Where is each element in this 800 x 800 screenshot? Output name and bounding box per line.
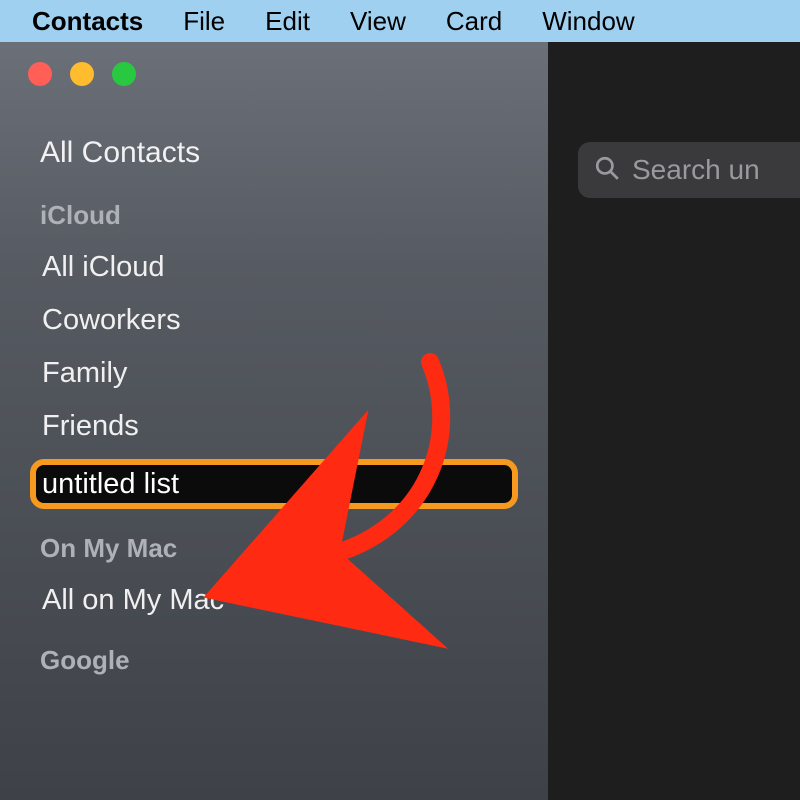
menu-window[interactable]: Window <box>542 6 634 37</box>
sidebar-item-all-on-my-mac[interactable]: All on My Mac <box>0 574 548 627</box>
menu-file[interactable]: File <box>183 6 225 37</box>
system-menubar: Contacts File Edit View Card Window <box>0 0 800 42</box>
contacts-window: All Contacts iCloud All iCloud Coworkers… <box>0 42 800 800</box>
close-window-button[interactable] <box>28 62 52 86</box>
sidebar-item-all-contacts[interactable]: All Contacts <box>0 124 548 182</box>
menu-card[interactable]: Card <box>446 6 502 37</box>
contacts-list-pane: Search un <box>548 42 800 800</box>
sidebar-item-coworkers[interactable]: Coworkers <box>0 294 548 347</box>
sidebar-section-header-icloud: iCloud <box>0 182 548 241</box>
sidebar-item-family[interactable]: Family <box>0 347 548 400</box>
sidebar-item-all-icloud[interactable]: All iCloud <box>0 241 548 294</box>
window-controls <box>0 62 548 86</box>
menu-edit[interactable]: Edit <box>265 6 310 37</box>
minimize-window-button[interactable] <box>70 62 94 86</box>
search-field[interactable]: Search un <box>578 142 800 198</box>
sidebar-item-friends[interactable]: Friends <box>0 400 548 453</box>
sidebar-section-header-onmymac: On My Mac <box>0 515 548 574</box>
search-icon <box>594 155 620 186</box>
menu-view[interactable]: View <box>350 6 406 37</box>
sidebar-section-header-google: Google <box>0 627 548 686</box>
new-list-highlight <box>30 459 518 509</box>
search-placeholder: Search un <box>632 154 760 186</box>
groups-sidebar: All Contacts iCloud All iCloud Coworkers… <box>0 42 548 800</box>
new-list-name-input[interactable] <box>42 468 512 501</box>
fullscreen-window-button[interactable] <box>112 62 136 86</box>
app-menu[interactable]: Contacts <box>32 6 143 37</box>
